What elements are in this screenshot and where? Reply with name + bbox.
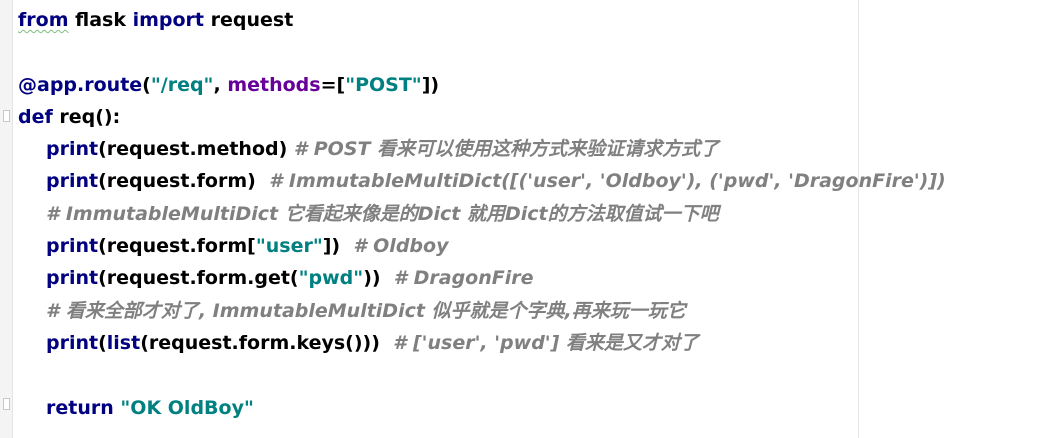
code-line-6: print(request.form) # ImmutableMultiDict… [18,165,1054,197]
code-comment: # Oldboy [346,235,449,258]
code-line-8: print(request.form["user"]) # Oldboy [18,230,1054,262]
code-text: (request.method) [98,138,288,161]
code-text: ( [98,331,107,354]
code-text: (request.form) [98,170,263,193]
code-text: )) [363,267,388,290]
code-text: (request.form.get( [98,267,299,290]
code-comment: # DragonFire [387,267,534,290]
keyword: def [18,105,53,128]
string-literal: "user" [255,235,323,258]
builtin-function: list [106,331,141,354]
keyword: import [132,9,205,31]
keyword: from [18,9,69,31]
string-literal: "pwd" [298,267,364,290]
code-line-9: print(request.form.get("pwd")) # DragonF… [18,262,1054,294]
code-comment: # 看来全部才对了, ImmutableMultiDict 似乎就是个字典,再来… [46,299,686,322]
code-text: request [204,9,294,31]
builtin-function: print [46,331,99,354]
code-line-10: # 看来全部才对了, ImmutableMultiDict 似乎就是个字典,再来… [18,295,1054,327]
code-line-3: @app.route("/req", methods=["POST"]) [18,69,1054,101]
code-line-13: return "OK OldBoy" [18,392,1054,424]
code-text: ( [142,73,151,96]
code-text: (request.form[ [98,235,256,258]
fold-marker[interactable] [3,110,10,122]
code-line-5: print(request.method) # POST 看来可以使用这种方式来… [18,133,1054,165]
code-text: flask [68,9,133,31]
code-text: , [213,73,228,96]
code-line-4: def req(): [18,101,1054,133]
string-literal: "POST" [345,73,422,96]
fold-marker[interactable] [3,398,10,410]
keyword: return [46,396,114,419]
code-editor[interactable]: from flask import request @app.route("/r… [18,4,1054,424]
code-comment: # ImmutableMultiDict([('user', 'Oldboy')… [262,170,946,193]
string-literal: "OK OldBoy" [120,396,254,419]
code-comment: # ImmutableMultiDict 它看起来像是的Dict 就用Dict的… [46,202,719,225]
code-line-7: # ImmutableMultiDict 它看起来像是的Dict 就用Dict的… [18,198,1054,230]
keyword-argument: methods [227,73,321,96]
code-text: (request.form.keys())) [140,331,387,354]
builtin-function: print [46,170,99,193]
code-comment: # ['user', 'pwd'] 看来是又才对了 [386,331,699,354]
code-text: req(): [52,105,121,128]
string-literal: "/req" [150,73,214,96]
decorator: @app.route [18,73,143,96]
builtin-function: print [46,235,99,258]
builtin-function: print [46,138,99,161]
code-comment: # POST 看来可以使用这种方式来验证请求方式了 [287,138,720,161]
builtin-function: print [46,267,99,290]
code-line-1: from flask import request [18,4,1054,36]
code-text: ]) [421,73,440,96]
code-line-11: print(list(request.form.keys())) # ['use… [18,327,1054,359]
code-text: =[ [320,73,346,96]
code-text: ]) [322,235,347,258]
editor-gutter [0,0,13,438]
